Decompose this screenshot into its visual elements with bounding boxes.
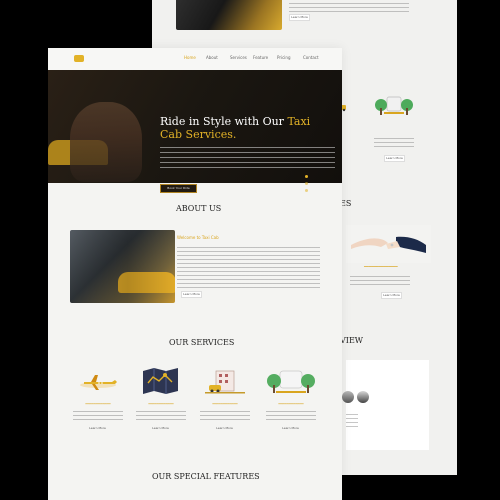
nav-about[interactable]: About [206, 55, 218, 60]
about-learn-more-button[interactable]: Learn More [181, 291, 202, 298]
about-copy [177, 247, 320, 291]
top-learn-more[interactable]: Learn More [289, 14, 310, 21]
book-ride-button[interactable]: Book Your Ride [160, 184, 197, 193]
hero-banner: Ride in Style with Our Taxi Cab Services… [48, 70, 342, 193]
street-shadow [70, 230, 175, 303]
service-learn-more-right[interactable]: Learn More [384, 155, 405, 162]
avatar [357, 391, 369, 403]
service-card-airport: ━━━━━━━━━━━━ Learn More [71, 365, 125, 437]
carousel-dot[interactable] [305, 182, 308, 185]
about-subtitle: Welcome to Taxi Cab [177, 235, 219, 240]
nav-home[interactable]: Home [184, 55, 196, 60]
service-learn-more-button[interactable]: Learn More [151, 426, 170, 431]
park-service-icon [374, 93, 414, 119]
special-features-title: OUR SPECIAL FEATURES [152, 472, 260, 481]
testimonial-card [346, 360, 429, 450]
nav-contact[interactable]: Contact [303, 55, 319, 60]
about-title: ABOUT US [176, 204, 222, 213]
service-copy-right [374, 138, 414, 148]
service-description [200, 411, 250, 423]
hero-title: Ride in Style with Our Taxi Cab Services… [160, 115, 325, 141]
service-card-city: ━━━━━━━━━━━━ Learn More [198, 365, 252, 437]
city-icon [198, 365, 252, 397]
nav-feature[interactable]: Feature [253, 55, 268, 60]
hero-title-prefix: Ride in Style with Our [160, 115, 288, 128]
back-middle-learn-more[interactable]: Learn More [381, 292, 402, 299]
nav-pricing[interactable]: Pricing [277, 55, 290, 60]
testimonial-copy [346, 414, 358, 428]
service-learn-more-button[interactable]: Learn More [281, 426, 300, 431]
back-middle-copy [350, 276, 410, 286]
hero-title-suffix: Services. [182, 128, 237, 141]
about-subtitle-highlight: Taxi Cab [201, 235, 219, 240]
service-heading: ━━━━━━━━━━━━ [278, 402, 304, 406]
service-card-map: ━━━━━━━━━━━━ Learn More [134, 365, 188, 437]
top-taxi-image [176, 0, 282, 30]
about-subtitle-prefix: Welcome to [177, 235, 202, 240]
service-card-park: ━━━━━━━━━━━━ Learn More [264, 365, 318, 437]
taxi-logo-icon [74, 55, 84, 62]
navigation-bar: Home About Services Feature Pricing Cont… [48, 48, 342, 70]
airplane-icon [71, 365, 125, 397]
service-description [73, 411, 123, 423]
hero-person-image [70, 102, 142, 182]
services-title: OUR SERVICES [169, 338, 235, 347]
avatar [342, 391, 354, 403]
park-icon [264, 365, 318, 397]
back-section-view: VIEW [340, 336, 363, 345]
carousel-dot[interactable] [305, 189, 308, 192]
map-icon [134, 365, 188, 397]
nav-services[interactable]: Services [230, 55, 247, 60]
service-heading: ━━━━━━━━━━━━ [85, 402, 111, 406]
carousel-dot[interactable] [305, 175, 308, 178]
service-description [266, 411, 316, 423]
back-yellow-caption: ━━━━━━━━━━━━━━ [364, 264, 398, 269]
front-page: Home About Services Feature Pricing Cont… [48, 48, 342, 500]
service-learn-more-button[interactable]: Learn More [88, 426, 107, 431]
handshake-image [346, 225, 431, 263]
service-heading: ━━━━━━━━━━━━ [148, 402, 174, 406]
service-description [136, 411, 186, 423]
about-image [70, 230, 175, 303]
hero-description [160, 147, 335, 169]
service-learn-more-button[interactable]: Learn More [215, 426, 234, 431]
service-heading: ━━━━━━━━━━━━ [212, 402, 238, 406]
